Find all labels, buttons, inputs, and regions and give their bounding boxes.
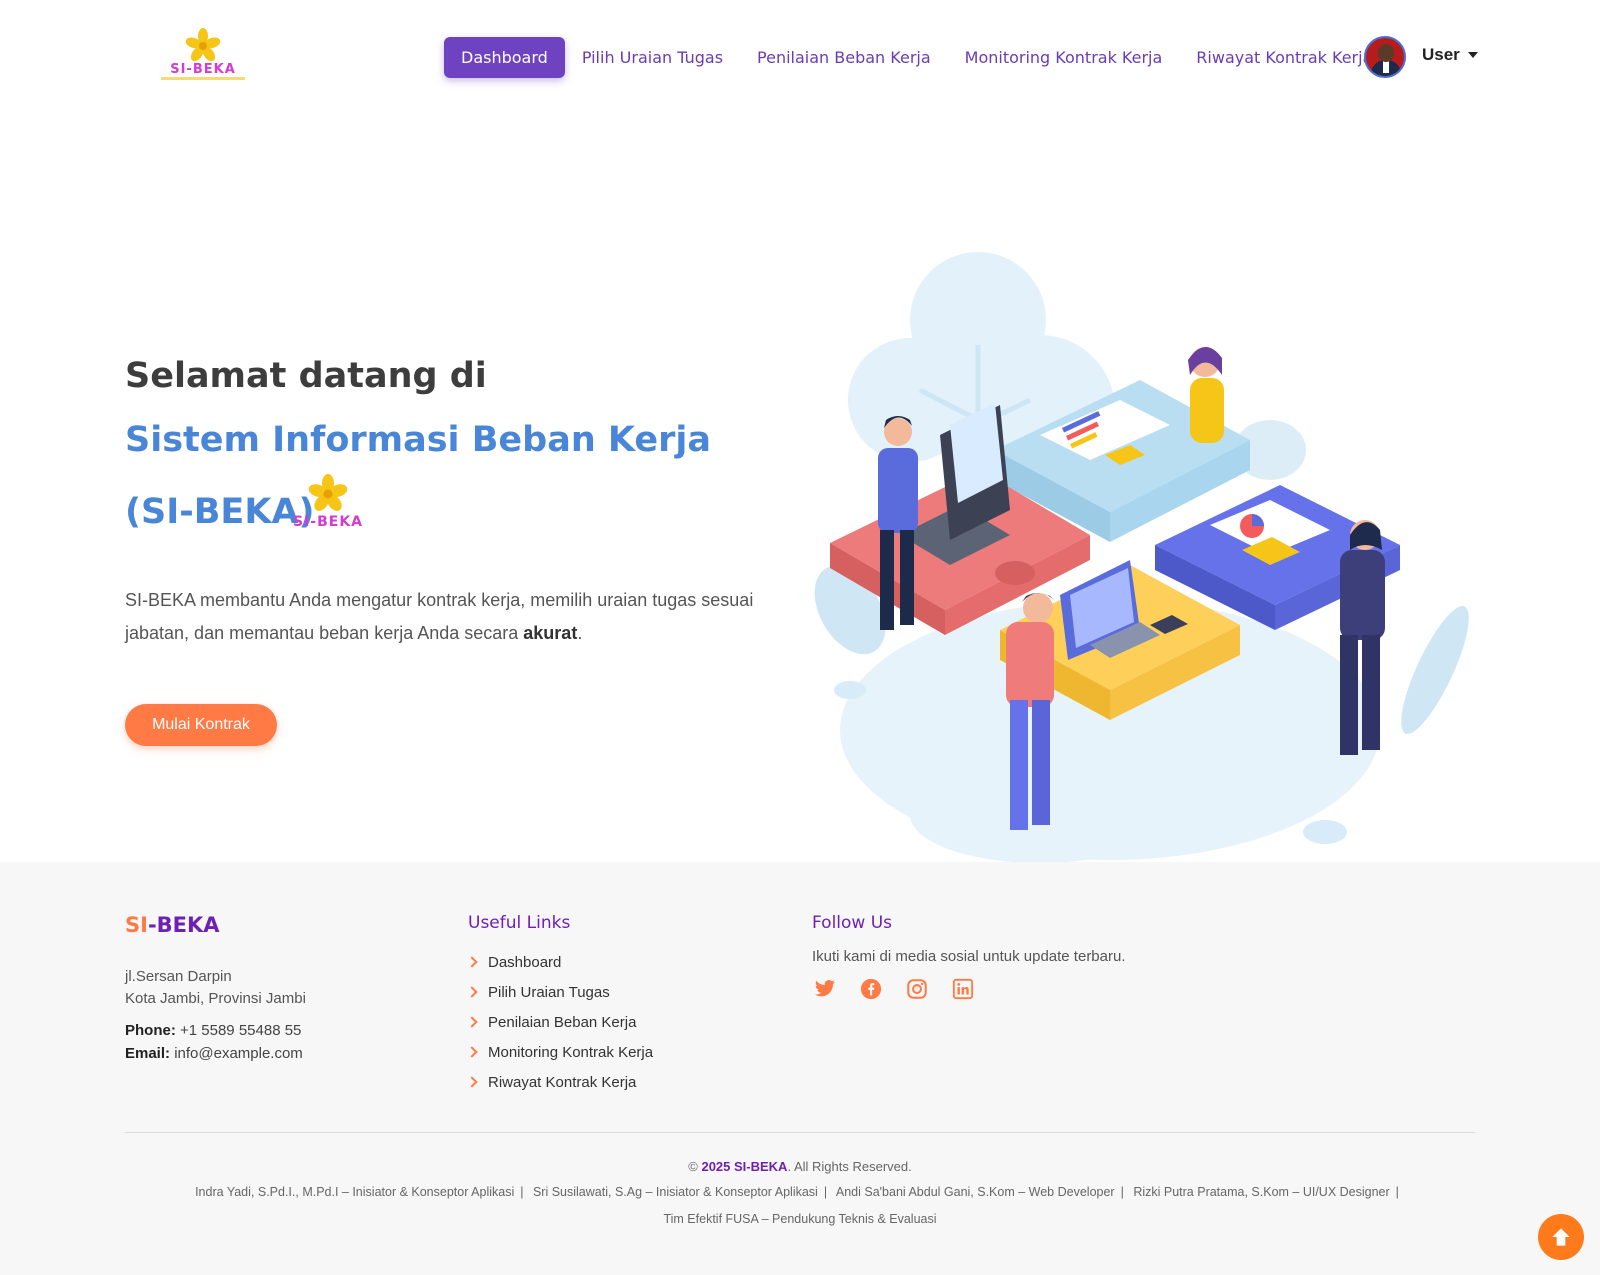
footer-link-label: Penilaian Beban Kerja (488, 1013, 637, 1031)
copyright: © 2025 SI-BEKA. All Rights Reserved. (0, 1159, 1600, 1174)
user-label: User (1422, 45, 1460, 64)
social-links (814, 978, 974, 1000)
logo[interactable]: SI-BEKA (153, 28, 253, 84)
caret-down-icon (1467, 52, 1478, 58)
facebook-icon[interactable] (860, 978, 882, 1000)
chevron-right-icon (466, 1016, 478, 1028)
logo-tagline-stripe (161, 77, 245, 80)
flower-logo-icon (185, 28, 221, 62)
footer-brand-beka: -BEKA (147, 913, 220, 937)
footer-link-label: Pilih Uraian Tugas (488, 983, 610, 1001)
hero-logo: SI-BEKA (278, 474, 378, 536)
chevron-right-icon (466, 1076, 478, 1088)
useful-links-title: Useful Links (468, 913, 571, 933)
user-menu[interactable]: User (1422, 45, 1478, 65)
logo-text: SI-BEKA (170, 62, 236, 77)
hero-title-line1: Selamat datang di (125, 356, 487, 396)
footer-contact: Phone: +1 5589 55488 55 Email: info@exam… (125, 1019, 303, 1065)
hero-description-bold: akurat (523, 623, 578, 643)
credit-item: Tim Efektif FUSA – Pendukung Teknis & Ev… (663, 1212, 937, 1226)
footer-link-label: Dashboard (488, 953, 562, 971)
phone-value: +1 5589 55488 55 (180, 1022, 302, 1039)
credit-item: Indra Yadi, S.Pd.I., M.Pd.I – Inisiator … (195, 1185, 515, 1199)
hero-description-text: SI-BEKA membantu Anda mengatur kontrak k… (125, 590, 754, 643)
footer-link-pilih-uraian-tugas[interactable]: Pilih Uraian Tugas (466, 977, 653, 1007)
credit-item: Sri Susilawati, S.Ag – Inisiator & Konse… (532, 1185, 818, 1199)
instagram-icon[interactable] (906, 978, 928, 1000)
chevron-right-icon (466, 956, 478, 968)
hero-logo-text: SI-BEKA (292, 514, 364, 530)
avatar-shirt-shape (1383, 61, 1389, 73)
mulai-kontrak-button[interactable]: Mulai Kontrak (125, 704, 277, 746)
nav-riwayat-kontrak-kerja[interactable]: Riwayat Kontrak Kerja (1179, 37, 1389, 78)
hero-description-end: . (577, 623, 583, 643)
copyright-suffix: . All Rights Reserved. (787, 1159, 912, 1174)
credit-item: Andi Sa'bani Abdul Gani, S.Kom – Web Dev… (835, 1185, 1115, 1199)
footer-address: jl.Sersan Darpin Kota Jambi, Provinsi Ja… (125, 966, 306, 1010)
linkedin-icon[interactable] (952, 978, 974, 1000)
avatar-head-shape (1378, 44, 1394, 62)
flower-logo-icon (308, 474, 348, 511)
header: SI-BEKA Dashboard Pilih Uraian Tugas Pen… (0, 0, 1600, 115)
avatar[interactable] (1364, 36, 1406, 78)
address-line2: Kota Jambi, Provinsi Jambi (125, 990, 306, 1007)
nav-monitoring-kontrak-kerja[interactable]: Monitoring Kontrak Kerja (948, 37, 1180, 78)
arrow-up-icon (1552, 1228, 1570, 1246)
footer-link-penilaian-beban-kerja[interactable]: Penilaian Beban Kerja (466, 1007, 653, 1037)
nav-pilih-uraian-tugas[interactable]: Pilih Uraian Tugas (565, 37, 740, 78)
useful-links-list: Dashboard Pilih Uraian Tugas Penilaian B… (466, 947, 654, 1097)
phone-label: Phone: (125, 1022, 176, 1039)
footer-brand-si: SI (125, 913, 148, 937)
footer-link-label: Monitoring Kontrak Kerja (488, 1043, 654, 1061)
copyright-symbol: © (688, 1159, 698, 1174)
person-right (1340, 520, 1385, 755)
address-line1: jl.Sersan Darpin (125, 968, 232, 985)
follow-us-text: Ikuti kami di media sosial untuk update … (812, 948, 1126, 965)
email-label: Email: (125, 1045, 171, 1062)
footer-divider (125, 1132, 1475, 1133)
hero-illustration (814, 252, 1469, 862)
back-to-top-button[interactable] (1538, 1214, 1584, 1260)
footer-brand: SI-BEKA (125, 913, 220, 937)
nav-penilaian-beban-kerja[interactable]: Penilaian Beban Kerja (740, 37, 948, 78)
follow-us-title: Follow Us (812, 913, 893, 933)
footer-link-label: Riwayat Kontrak Kerja (488, 1073, 637, 1091)
credit-item: Rizki Putra Pratama, S.Kom – UI/UX Desig… (1133, 1185, 1390, 1199)
credits: Indra Yadi, S.Pd.I., M.Pd.I – Inisiator … (195, 1185, 1399, 1226)
person-top (1188, 346, 1224, 443)
copyright-brand: 2025 SI-BEKA (701, 1159, 788, 1174)
footer-link-dashboard[interactable]: Dashboard (466, 947, 653, 977)
main-nav: Dashboard Pilih Uraian Tugas Penilaian B… (444, 37, 1389, 78)
twitter-icon[interactable] (814, 978, 836, 1000)
chevron-right-icon (466, 986, 478, 998)
email-value[interactable]: info@example.com (174, 1045, 303, 1062)
nav-dashboard[interactable]: Dashboard (444, 37, 565, 78)
hero-description: SI-BEKA membantu Anda mengatur kontrak k… (125, 584, 765, 650)
footer-link-riwayat-kontrak-kerja[interactable]: Riwayat Kontrak Kerja (466, 1067, 653, 1097)
hero-title-line2: Sistem Informasi Beban Kerja (SI-BEKA) (125, 420, 712, 532)
footer-link-monitoring-kontrak-kerja[interactable]: Monitoring Kontrak Kerja (466, 1037, 654, 1067)
chevron-right-icon (466, 1046, 478, 1058)
